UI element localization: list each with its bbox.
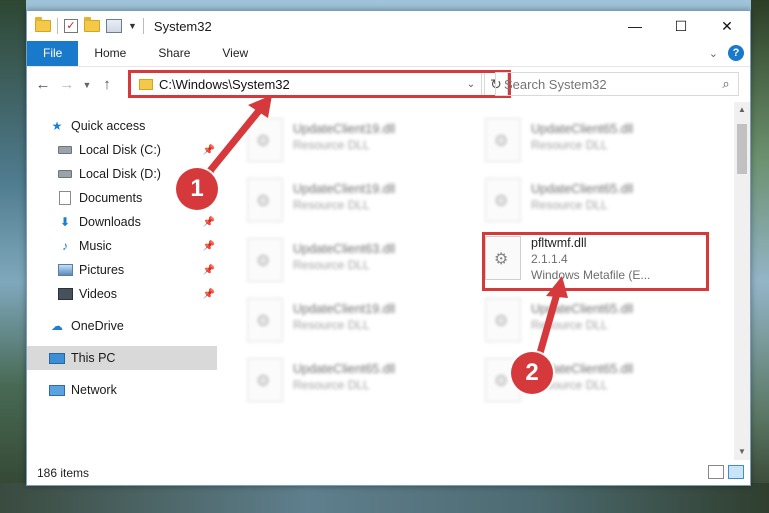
arrow-to-file [534,286,562,364]
step-callout-1: 1 [176,168,218,210]
arrow-head-icon [546,276,568,298]
step-callout-2: 2 [511,352,553,394]
arrow-to-address-bar [201,103,266,181]
annotation-arrows [201,95,568,364]
